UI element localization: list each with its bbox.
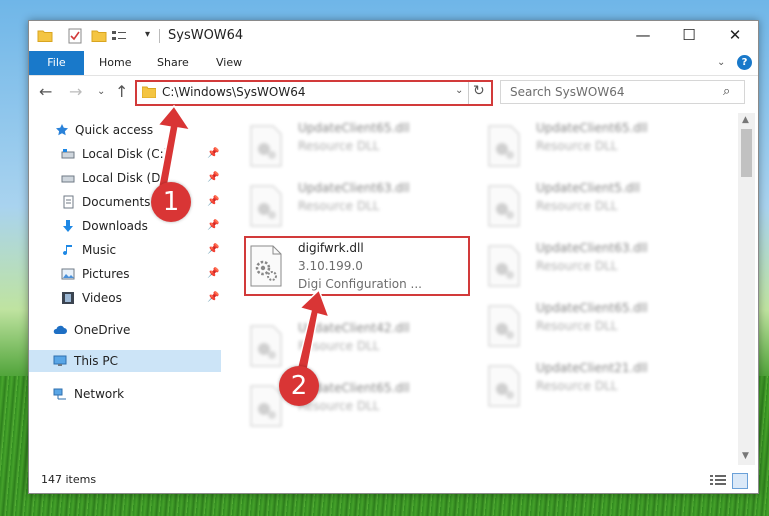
step-1-badge: 1 (151, 182, 191, 222)
annotation-arrows (155, 104, 331, 384)
step-2-badge: 2 (279, 366, 319, 406)
